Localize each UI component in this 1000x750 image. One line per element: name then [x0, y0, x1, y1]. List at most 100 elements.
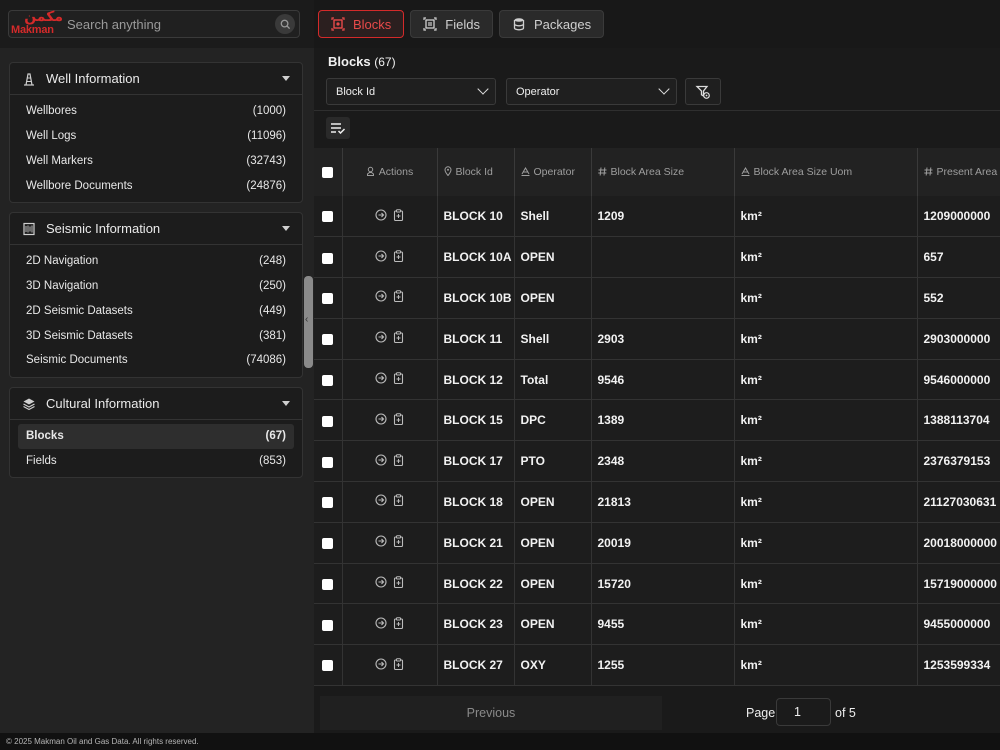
- row-checkbox[interactable]: [322, 619, 334, 631]
- column-chooser-button[interactable]: [326, 117, 350, 139]
- row-select-cell: [314, 196, 343, 238]
- sidebar-item-3d-seismic-datasets[interactable]: 3D Seismic Datasets (381): [18, 323, 294, 348]
- open-arrow-icon[interactable]: [375, 658, 387, 673]
- open-arrow-icon[interactable]: [375, 372, 387, 387]
- table-row[interactable]: BLOCK 17 PTO 2348 km² 2376379153: [314, 440, 1000, 483]
- block-id-cell: BLOCK 22: [437, 563, 515, 605]
- sidebar-item-2d-navigation[interactable]: 2D Navigation (248): [18, 249, 294, 274]
- row-checkbox[interactable]: [322, 334, 334, 346]
- search-input[interactable]: [67, 15, 267, 33]
- present-area-size-column-header[interactable]: Present Area Si: [917, 148, 1000, 196]
- open-arrow-icon[interactable]: [375, 250, 387, 265]
- panel-cultural-information-header[interactable]: Cultural Information: [10, 388, 302, 420]
- table-row[interactable]: BLOCK 23 OPEN 9455 km² 9455000000: [314, 603, 1000, 646]
- sidebar-item-2d-seismic-datasets[interactable]: 2D Seismic Datasets (449): [18, 299, 294, 324]
- makman-logo[interactable]: مكمن Makman: [11, 10, 63, 38]
- open-arrow-icon[interactable]: [375, 535, 387, 550]
- table-row[interactable]: BLOCK 22 OPEN 15720 km² 15719000000: [314, 563, 1000, 605]
- table-row[interactable]: BLOCK 10B OPEN km² 552: [314, 277, 1000, 319]
- row-checkbox[interactable]: [322, 252, 334, 264]
- operator-column-header[interactable]: Operator: [514, 148, 592, 196]
- open-arrow-icon[interactable]: [375, 617, 387, 632]
- add-to-package-icon[interactable]: [393, 535, 404, 550]
- add-to-package-icon[interactable]: [393, 249, 404, 265]
- panel-well-information-title: Well Information: [46, 71, 140, 86]
- previous-page-button[interactable]: Previous: [320, 696, 662, 730]
- open-arrow-icon[interactable]: [375, 290, 387, 305]
- add-to-package-icon[interactable]: [393, 494, 404, 509]
- tab-blocks[interactable]: Blocks: [318, 10, 405, 38]
- table-row[interactable]: BLOCK 18 OPEN 21813 km² 21127030631: [314, 481, 1000, 523]
- add-to-package-icon[interactable]: [393, 372, 404, 387]
- open-arrow-icon[interactable]: [375, 576, 387, 591]
- block-id-column-header[interactable]: Block Id: [437, 148, 515, 196]
- open-arrow-icon[interactable]: [375, 494, 387, 509]
- chevron-down-icon[interactable]: [282, 76, 290, 81]
- table-row[interactable]: BLOCK 21 OPEN 20019 km² 20018000000: [314, 522, 1000, 564]
- sidebar-item-wellbores[interactable]: Wellbores (1000): [18, 99, 294, 124]
- table-row[interactable]: BLOCK 10A OPEN km² 657: [314, 236, 1000, 279]
- row-checkbox[interactable]: [322, 415, 334, 427]
- tab-blocks-label: Blocks: [353, 16, 392, 32]
- row-checkbox[interactable]: [322, 374, 334, 386]
- row-checkbox[interactable]: [322, 211, 334, 223]
- table-row[interactable]: BLOCK 10 Shell 1209 km² 1209000000: [314, 196, 1000, 238]
- sidebar-item-fields[interactable]: Fields (853): [18, 449, 294, 474]
- sidebar-item-3d-navigation[interactable]: 3D Navigation (250): [18, 274, 294, 299]
- operator-cell: OPEN: [514, 277, 592, 319]
- block-area-size-uom-cell: km²: [734, 644, 918, 687]
- panel-seismic-information: Seismic Information 2D Navigation (248) 3…: [9, 212, 303, 378]
- open-arrow-icon[interactable]: [375, 413, 387, 428]
- operator-cell: DPC: [514, 399, 592, 442]
- operator-cell: PTO: [514, 440, 592, 483]
- block-area-size-uom-column-header[interactable]: Block Area Size Uom: [734, 148, 918, 196]
- block-id-filter[interactable]: Block Id: [326, 78, 496, 105]
- operator-filter[interactable]: Operator: [506, 78, 677, 105]
- row-checkbox[interactable]: [322, 293, 334, 305]
- sidebar-collapse-handle[interactable]: ‹: [304, 276, 313, 368]
- add-to-package-icon[interactable]: [393, 657, 404, 673]
- add-to-package-icon[interactable]: [393, 617, 404, 632]
- row-checkbox[interactable]: [322, 456, 334, 468]
- row-checkbox[interactable]: [322, 578, 334, 590]
- open-arrow-icon[interactable]: [375, 331, 387, 346]
- table-row[interactable]: BLOCK 15 DPC 1389 km² 1388113704: [314, 399, 1000, 442]
- block-area-size-column-header[interactable]: Block Area Size: [591, 148, 735, 196]
- panel-seismic-information-header[interactable]: Seismic Information: [10, 213, 302, 245]
- table-row[interactable]: BLOCK 27 OXY 1255 km² 1253599334: [314, 644, 1000, 687]
- panel-well-information: Well Information Wellbores (1000) Well Lo…: [9, 62, 303, 203]
- add-to-package-icon[interactable]: [393, 453, 404, 469]
- sidebar-item-wellbore-documents[interactable]: Wellbore Documents (24876): [18, 173, 294, 198]
- tab-packages[interactable]: Packages: [498, 10, 605, 38]
- chevron-down-icon[interactable]: [282, 401, 290, 406]
- sidebar-item-well-logs[interactable]: Well Logs (11096): [18, 124, 294, 149]
- open-arrow-icon[interactable]: [375, 209, 387, 224]
- operator-cell: OXY: [514, 644, 592, 687]
- previous-label: Previous: [466, 706, 516, 720]
- row-checkbox[interactable]: [322, 538, 334, 550]
- tab-fields[interactable]: Fields: [410, 10, 493, 38]
- sidebar-item-blocks[interactable]: Blocks (67): [18, 424, 294, 449]
- table-row[interactable]: BLOCK 11 Shell 2903 km² 2903000000: [314, 318, 1000, 360]
- add-to-package-icon[interactable]: [393, 290, 404, 305]
- search-icon[interactable]: [275, 14, 295, 34]
- add-to-package-icon[interactable]: [393, 208, 404, 224]
- row-actions-cell: [342, 603, 438, 646]
- select-all-checkbox[interactable]: [322, 166, 334, 178]
- actions-column-header: Actions: [342, 148, 438, 196]
- sidebar-item-label: Seismic Documents: [26, 354, 128, 367]
- page-number-input[interactable]: [776, 698, 831, 726]
- operator-cell: OPEN: [514, 603, 592, 646]
- add-to-package-icon[interactable]: [393, 413, 404, 428]
- sidebar-item-well-markers[interactable]: Well Markers (32743): [18, 149, 294, 174]
- add-to-package-icon[interactable]: [393, 576, 404, 591]
- clear-filter-button[interactable]: [685, 78, 721, 105]
- row-checkbox[interactable]: [322, 497, 334, 509]
- open-arrow-icon[interactable]: [375, 454, 387, 469]
- panel-well-information-header[interactable]: Well Information: [10, 63, 302, 95]
- add-to-package-icon[interactable]: [393, 331, 404, 346]
- table-row[interactable]: BLOCK 12 Total 9546 km² 9546000000: [314, 359, 1000, 401]
- chevron-down-icon[interactable]: [282, 226, 290, 231]
- sidebar-item-seismic-documents[interactable]: Seismic Documents (74086): [18, 348, 294, 373]
- row-checkbox[interactable]: [322, 660, 334, 672]
